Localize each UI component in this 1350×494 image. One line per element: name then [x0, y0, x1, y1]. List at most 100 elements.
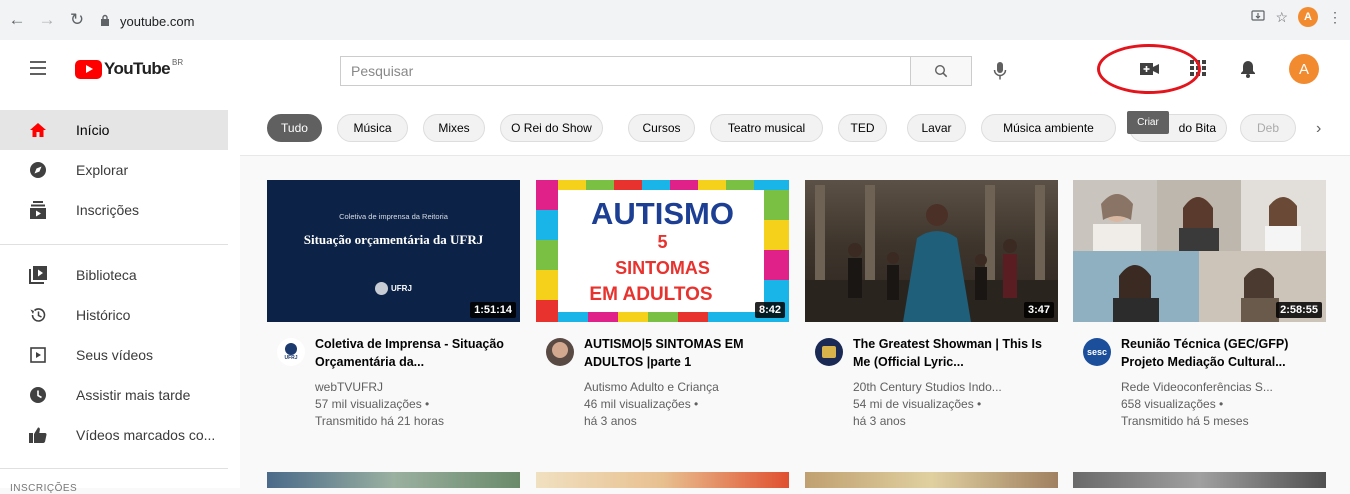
video-title[interactable]: Reunião Técnica (GEC/GFP) Projeto Mediaç… [1121, 335, 1321, 371]
video-thumbnail-row2[interactable] [267, 472, 520, 488]
chip-mixes[interactable]: Mixes [423, 114, 485, 142]
ufrj-logo: UFRJ [375, 282, 412, 295]
channel-name[interactable]: webTVUFRJ [315, 379, 515, 396]
sidebar-item-inicio[interactable]: Início [0, 110, 228, 150]
sidebar-item-label: Biblioteca [76, 267, 137, 283]
chip-musica-ambiente[interactable]: Música ambiente [981, 114, 1116, 142]
video-card[interactable]: AUTISMO 5 SINTOMAS EM ADULTOS 8:42 AUTIS… [536, 180, 789, 428]
video-metadata: webTVUFRJ 57 mil visualizações • Transmi… [315, 379, 515, 430]
chip-o-rei-do-show[interactable]: O Rei do Show [500, 114, 603, 142]
thumbnail-subline: SINTOMAS [615, 258, 710, 278]
video-card[interactable]: Coletiva de imprensa da Reitoria Situaçã… [267, 180, 520, 428]
chip-deb[interactable]: Deb [1240, 114, 1296, 142]
library-icon [29, 266, 47, 284]
publish-age: há 3 anos [853, 414, 906, 428]
youtube-header: YouTube BR Pesquisar A [0, 40, 1350, 98]
browser-profile-avatar[interactable]: A [1298, 7, 1318, 27]
video-duration: 1:51:14 [470, 302, 516, 318]
video-metadata: Autismo Adulto e Criança 46 mil visualiz… [584, 379, 784, 430]
sidebar-divider [0, 468, 228, 469]
sidebar-item-explorar[interactable]: Explorar [0, 150, 228, 190]
video-title[interactable]: Coletiva de Imprensa - Situação Orçament… [315, 335, 515, 371]
highlight-annotation-circle [1097, 44, 1201, 94]
video-thumbnail-row2[interactable] [536, 472, 789, 488]
thumbnail-subline: EM ADULTOS [589, 284, 713, 305]
view-count: 658 visualizações • [1121, 397, 1224, 411]
video-thumbnail-row2[interactable] [805, 472, 1058, 488]
logo-region: BR [172, 57, 184, 67]
reload-icon[interactable]: ↻ [64, 7, 90, 33]
view-count: 46 mil visualizações • [584, 397, 699, 411]
channel-avatar[interactable] [546, 338, 574, 366]
lock-icon [100, 14, 114, 28]
scene-illustration [805, 185, 1058, 322]
sidebar-item-seus-videos[interactable]: Seus vídeos [0, 335, 228, 375]
youtube-play-icon [75, 59, 102, 79]
thumbnail-headline: AUTISMO [591, 196, 734, 231]
video-metadata: 20th Century Studios Indo... 54 mi de vi… [853, 379, 1053, 430]
browser-menu-icon[interactable]: ⋮ [1328, 9, 1342, 26]
hamburger-menu-icon[interactable] [30, 61, 46, 75]
video-thumbnail-row2[interactable] [1073, 472, 1326, 488]
install-icon[interactable] [1251, 9, 1266, 26]
search-input[interactable]: Pesquisar [340, 56, 910, 86]
chip-teatro-musical[interactable]: Teatro musical [710, 114, 823, 142]
category-chip-bar: Tudo Música Mixes O Rei do Show Cursos T… [240, 98, 1350, 156]
user-avatar[interactable]: A [1289, 54, 1319, 84]
video-metadata: Rede Videoconferências S... 658 visualiz… [1121, 379, 1321, 430]
view-count: 57 mil visualizações • [315, 397, 430, 411]
sidebar-item-label: Início [76, 122, 110, 138]
video-call-grid [1073, 180, 1326, 322]
chip-musica[interactable]: Música [337, 114, 408, 142]
thumbnail-caption: Coletiva de imprensa da Reitoria [339, 212, 448, 221]
publish-age: Transmitido há 21 horas [315, 414, 444, 428]
sidebar-item-inscricoes[interactable]: Inscrições [0, 190, 228, 230]
channel-avatar[interactable]: UFRJ [277, 338, 305, 366]
sidebar-item-historico[interactable]: Histórico [0, 295, 228, 335]
video-card[interactable]: 3:47 The Greatest Showman | This Is Me (… [805, 180, 1058, 428]
chevron-right-icon[interactable]: › [1316, 120, 1321, 138]
voice-search-button[interactable] [988, 57, 1012, 85]
sidebar: Início Explorar Inscrições Biblioteca Hi… [0, 98, 240, 494]
video-thumbnail[interactable]: Coletiva de imprensa da Reitoria Situaçã… [267, 180, 520, 322]
notifications-bell-icon[interactable] [1240, 60, 1256, 78]
video-thumbnail[interactable]: 2:58:55 [1073, 180, 1326, 322]
search-button[interactable] [910, 56, 972, 86]
video-thumbnail[interactable]: 3:47 [805, 180, 1058, 322]
video-title[interactable]: The Greatest Showman | This Is Me (Offic… [853, 335, 1053, 371]
channel-name[interactable]: 20th Century Studios Indo... [853, 379, 1053, 396]
sidebar-item-label: Vídeos marcados co... [76, 427, 216, 443]
sidebar-divider [0, 244, 228, 245]
publish-age: há 3 anos [584, 414, 637, 428]
address-text: youtube.com [120, 13, 195, 29]
sidebar-item-videos-marcados[interactable]: Vídeos marcados co... [0, 415, 228, 455]
video-title[interactable]: AUTISMO|5 SINTOMAS EM ADULTOS |parte 1 [584, 335, 784, 371]
channel-avatar[interactable]: sesc [1083, 338, 1111, 366]
chip-lavar[interactable]: Lavar [907, 114, 966, 142]
subscriptions-icon [29, 201, 47, 219]
channel-name[interactable]: Rede Videoconferências S... [1121, 379, 1321, 396]
video-thumbnail[interactable]: AUTISMO 5 SINTOMAS EM ADULTOS 8:42 [536, 180, 789, 322]
create-tooltip: Criar [1127, 111, 1169, 134]
thumbnail-number: 5 [657, 232, 668, 252]
video-duration: 8:42 [754, 302, 785, 318]
channel-name[interactable]: Autismo Adulto e Criança [584, 379, 784, 396]
address-bar[interactable]: youtube.com [100, 7, 1270, 35]
video-card[interactable]: 2:58:55 sesc Reunião Técnica (GEC/GFP) P… [1073, 180, 1326, 428]
chip-cursos[interactable]: Cursos [628, 114, 695, 142]
sidebar-item-label: Inscrições [76, 202, 140, 218]
chip-ted[interactable]: TED [838, 114, 887, 142]
browser-toolbar: ← → ↻ youtube.com ☆ A ⋮ [0, 0, 1350, 40]
channel-avatar[interactable] [815, 338, 843, 366]
star-icon[interactable]: ☆ [1275, 9, 1288, 26]
sidebar-item-assistir-mais-tarde[interactable]: Assistir mais tarde [0, 375, 228, 415]
youtube-logo[interactable]: YouTube BR [75, 57, 184, 79]
forward-arrow-icon[interactable]: → [34, 7, 60, 33]
logo-text: YouTube [104, 59, 171, 78]
sidebar-item-label: Seus vídeos [76, 347, 154, 363]
chip-tudo[interactable]: Tudo [267, 114, 322, 142]
back-arrow-icon[interactable]: ← [4, 7, 30, 33]
microphone-icon [993, 62, 1007, 80]
sidebar-item-biblioteca[interactable]: Biblioteca [0, 255, 228, 295]
history-icon [29, 306, 47, 324]
